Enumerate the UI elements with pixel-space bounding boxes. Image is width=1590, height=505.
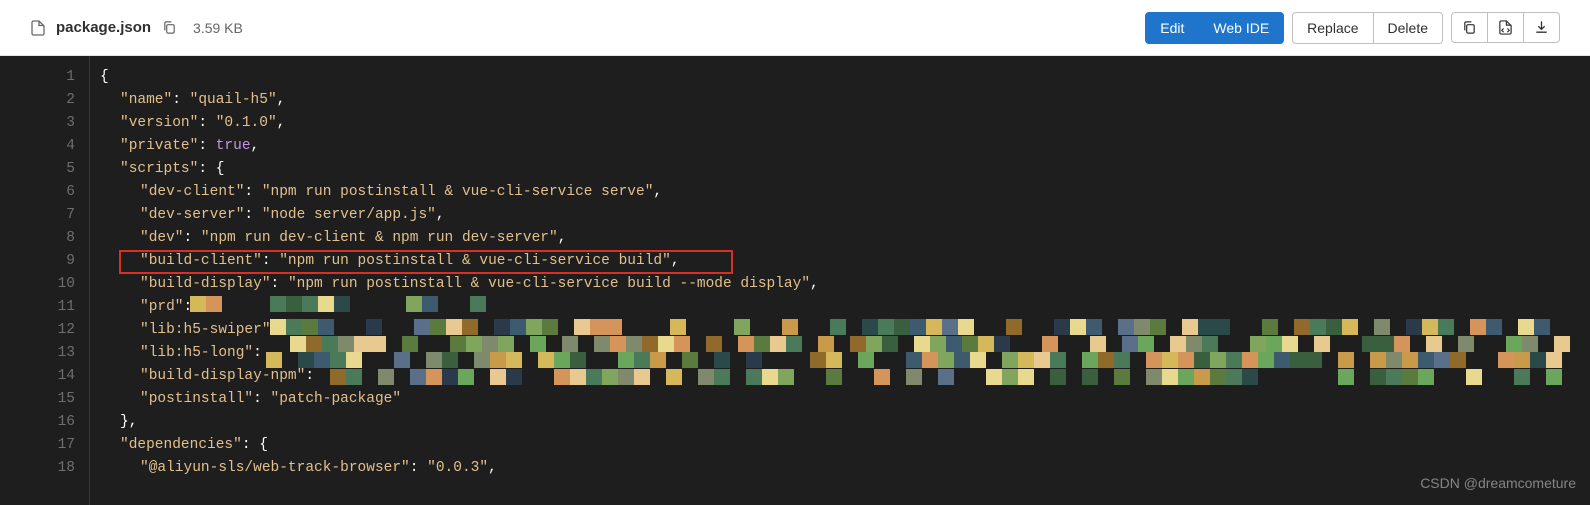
file-toolbar: package.json 3.59 KB Edit Web IDE Replac… xyxy=(0,0,1590,56)
copy-contents-button[interactable] xyxy=(1451,12,1488,43)
line-number: 18 xyxy=(20,457,75,480)
delete-button[interactable]: Delete xyxy=(1373,12,1443,44)
action-group: Replace Delete xyxy=(1292,12,1443,44)
code-line: "private": true, xyxy=(100,135,1580,158)
filesize: 3.59 KB xyxy=(193,20,243,36)
edit-group: Edit Web IDE xyxy=(1145,12,1284,44)
line-number: 1 xyxy=(20,66,75,89)
line-number: 13 xyxy=(20,342,75,365)
code-line: "dev": "npm run dev-client & npm run dev… xyxy=(100,227,1580,250)
line-number: 16 xyxy=(20,411,75,434)
toolbar-left: package.json 3.59 KB xyxy=(30,19,1145,36)
edit-button[interactable]: Edit xyxy=(1145,12,1199,44)
webide-button[interactable]: Web IDE xyxy=(1198,12,1284,44)
code-line: "dev-server": "node server/app.js", xyxy=(100,204,1580,227)
code-line: "dependencies": { xyxy=(100,434,1580,457)
file-icon xyxy=(30,20,46,36)
code-line: "name": "quail-h5", xyxy=(100,89,1580,112)
line-number: 11 xyxy=(20,296,75,319)
line-number: 8 xyxy=(20,227,75,250)
code-line: { xyxy=(100,66,1580,89)
line-number: 7 xyxy=(20,204,75,227)
replace-button[interactable]: Replace xyxy=(1292,12,1373,44)
line-number: 12 xyxy=(20,319,75,342)
filename: package.json xyxy=(56,19,151,36)
line-numbers: 1 2 3 4 5 6 7 8 9 10 11 12 13 14 15 16 1… xyxy=(0,56,90,505)
code-line: "@aliyun-sls/web-track-browser": "0.0.3"… xyxy=(100,457,1580,480)
code-line: }, xyxy=(100,411,1580,434)
line-number: 14 xyxy=(20,365,75,388)
line-number: 10 xyxy=(20,273,75,296)
code-line: "postinstall": "patch-package" xyxy=(100,388,1580,411)
code-line: "build-client": "npm run postinstall & v… xyxy=(100,250,1580,273)
code-body[interactable]: { "name": "quail-h5", "version": "0.1.0"… xyxy=(90,56,1590,505)
raw-file-button[interactable] xyxy=(1487,12,1524,43)
code-line: "build-display": "npm run postinstall & … xyxy=(100,273,1580,296)
line-number: 4 xyxy=(20,135,75,158)
code-line: "version": "0.1.0", xyxy=(100,112,1580,135)
line-number: 17 xyxy=(20,434,75,457)
download-button[interactable] xyxy=(1523,12,1560,43)
line-number: 5 xyxy=(20,158,75,181)
code-viewer: 1 2 3 4 5 6 7 8 9 10 11 12 13 14 15 16 1… xyxy=(0,56,1590,505)
line-number: 3 xyxy=(20,112,75,135)
file-actions-group xyxy=(1451,12,1560,43)
line-number: 6 xyxy=(20,181,75,204)
code-line: "dev-client": "npm run postinstall & vue… xyxy=(100,181,1580,204)
copy-path-icon[interactable] xyxy=(161,20,177,36)
line-number: 15 xyxy=(20,388,75,411)
code-line: "scripts": { xyxy=(100,158,1580,181)
line-number: 9 xyxy=(20,250,75,273)
watermark: CSDN @dreamcometure xyxy=(1420,472,1576,495)
line-number: 2 xyxy=(20,89,75,112)
toolbar-right: Edit Web IDE Replace Delete xyxy=(1145,12,1560,44)
